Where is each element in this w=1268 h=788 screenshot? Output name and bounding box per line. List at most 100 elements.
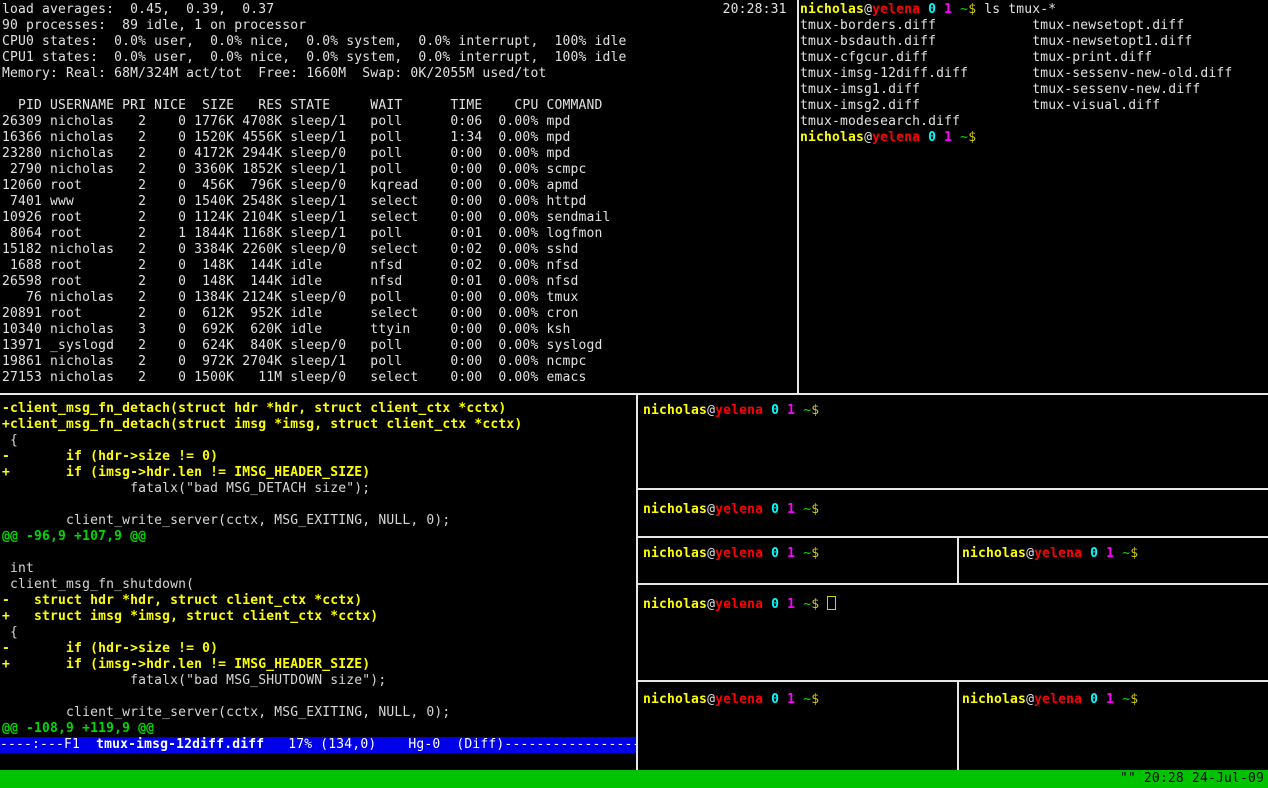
prompt-session: 0 xyxy=(1090,692,1098,707)
spacer xyxy=(1114,692,1122,707)
prompt-at: @ xyxy=(707,597,715,612)
prompt-at: @ xyxy=(707,502,715,517)
pane-shell-5[interactable]: nicholas@yelena 0 1 ~$ xyxy=(638,585,1268,680)
prompt-symbol: $ xyxy=(811,546,819,561)
prompt-host: yelena xyxy=(715,597,763,612)
prompt-at: @ xyxy=(1026,692,1034,707)
prompt-host: yelena xyxy=(872,130,920,145)
diff-line: + if (imsg->hdr.len != IMSG_HEADER_SIZE) xyxy=(2,657,370,672)
pane-border-right-2[interactable] xyxy=(638,536,1268,538)
shell-prompt-2: nicholas@yelena 0 1 ~$ xyxy=(643,502,819,518)
diff-buffer: -client_msg_fn_detach(struct hdr *hdr, s… xyxy=(2,401,522,737)
tmux-screen: load averages: 0.45, 0.39, 0.37 20:28:31… xyxy=(0,0,1268,788)
prompt-user: nicholas xyxy=(643,502,707,517)
prompt-host: yelena xyxy=(715,546,763,561)
shell-prompt-5: nicholas@yelena 0 1 ~$ xyxy=(643,596,836,613)
prompt-session: 0 xyxy=(928,130,936,145)
spacer xyxy=(1114,546,1122,561)
pane-shell-ls[interactable]: nicholas@yelena 0 1 ~$ ls tmux-* tmux-bo… xyxy=(799,0,1268,393)
modeline-info: 17% (134,0) Hg-0 (Diff)-----------------… xyxy=(264,737,636,752)
spacer xyxy=(1098,692,1106,707)
prompt-user: nicholas xyxy=(643,692,707,707)
prompt-symbol: $ xyxy=(811,692,819,707)
prompt-at: @ xyxy=(1026,546,1034,561)
prompt-host: yelena xyxy=(715,403,763,418)
pane-shell-4[interactable]: nicholas@yelena 0 1 ~$ xyxy=(959,538,1268,583)
modeline-prefix: ----:---F1 xyxy=(0,737,96,752)
pane-shell-2[interactable]: nicholas@yelena 0 1 ~$ xyxy=(638,490,1268,536)
pane-border-right-1[interactable] xyxy=(638,488,1268,490)
prompt-at: @ xyxy=(864,130,872,145)
spacer xyxy=(1082,692,1090,707)
spacer xyxy=(952,130,960,145)
pane-border-right-split-2[interactable] xyxy=(957,682,959,770)
spacer xyxy=(763,692,771,707)
spacer xyxy=(819,597,827,612)
pane-border-right-3[interactable] xyxy=(638,583,1268,585)
pane-border-top-vertical[interactable] xyxy=(797,0,799,393)
diff-line: -client_msg_fn_detach(struct hdr *hdr, s… xyxy=(2,401,506,416)
diff-line: + struct imsg *imsg, struct client_ctx *… xyxy=(2,609,378,624)
top-output: load averages: 0.45, 0.39, 0.37 20:28:31… xyxy=(2,2,787,386)
diff-line: - if (hdr->size != 0) xyxy=(2,449,218,464)
prompt-window: 1 xyxy=(944,2,952,17)
diff-line: client_msg_fn_shutdown( xyxy=(2,577,194,592)
spacer xyxy=(936,130,944,145)
pane-border-horizontal-main[interactable] xyxy=(0,393,1268,395)
prompt-user: nicholas xyxy=(962,692,1026,707)
prompt-user: nicholas xyxy=(643,546,707,561)
prompt-window: 1 xyxy=(944,130,952,145)
diff-line: int xyxy=(2,561,34,576)
diff-line: { xyxy=(2,625,18,640)
prompt-user: nicholas xyxy=(800,130,864,145)
prompt-symbol: $ xyxy=(1130,546,1138,561)
spacer xyxy=(1082,546,1090,561)
diff-line: +client_msg_fn_detach(struct imsg *imsg,… xyxy=(2,417,522,432)
pane-shell-1[interactable]: nicholas@yelena 0 1 ~$ xyxy=(638,396,1268,488)
spacer xyxy=(779,403,787,418)
prompt-at: @ xyxy=(707,692,715,707)
spacer xyxy=(763,546,771,561)
diff-line: @@ -108,9 +119,9 @@ xyxy=(2,721,154,736)
prompt-host: yelena xyxy=(715,692,763,707)
pane-border-right-4[interactable] xyxy=(638,680,1268,682)
spacer xyxy=(779,597,787,612)
spacer xyxy=(779,546,787,561)
diff-line: { xyxy=(2,433,18,448)
spacer xyxy=(952,2,960,17)
prompt-at: @ xyxy=(864,2,872,17)
pane-shell-3[interactable]: nicholas@yelena 0 1 ~$ xyxy=(638,538,957,583)
prompt-session: 0 xyxy=(771,502,779,517)
pane-shell-7[interactable]: nicholas@yelena 0 1 ~$ xyxy=(959,682,1268,770)
status-clock: "" 20:28 24-Jul-09 xyxy=(1120,770,1264,788)
shell-prompt-3: nicholas@yelena 0 1 ~$ xyxy=(643,546,819,562)
modeline-filename: tmux-imsg-12diff.diff xyxy=(96,737,264,752)
pane-top-processes[interactable]: load averages: 0.45, 0.39, 0.37 20:28:31… xyxy=(0,0,797,393)
prompt-user: nicholas xyxy=(800,2,864,17)
prompt-session: 0 xyxy=(771,692,779,707)
prompt-user: nicholas xyxy=(643,403,707,418)
shell-prompt-6: nicholas@yelena 0 1 ~$ xyxy=(643,692,819,708)
shell-prompt-7: nicholas@yelena 0 1 ~$ xyxy=(962,692,1138,708)
shell-prompt-ls-2: nicholas@yelena 0 1 ~$ xyxy=(800,130,976,146)
shell-prompt-1: nicholas@yelena 0 1 ~$ xyxy=(643,403,819,419)
pane-border-right-split-1[interactable] xyxy=(957,538,959,583)
spacer xyxy=(920,130,928,145)
prompt-session: 0 xyxy=(771,403,779,418)
diff-line: - if (hdr->size != 0) xyxy=(2,641,218,656)
typed-command: ls tmux-* xyxy=(976,2,1056,17)
spacer xyxy=(779,692,787,707)
ls-file-list: tmux-borders.diff tmux-newsetopt.diff tm… xyxy=(800,18,1232,130)
diff-line: client_write_server(cctx, MSG_EXITING, N… xyxy=(2,513,450,528)
terminal-cursor xyxy=(827,596,836,610)
prompt-symbol: $ xyxy=(968,130,976,145)
prompt-window: 1 xyxy=(787,403,795,418)
prompt-at: @ xyxy=(707,403,715,418)
pane-emacs-diff[interactable]: -client_msg_fn_detach(struct hdr *hdr, s… xyxy=(0,395,636,770)
spacer xyxy=(795,692,803,707)
pane-shell-6[interactable]: nicholas@yelena 0 1 ~$ xyxy=(638,682,957,770)
prompt-window: 1 xyxy=(787,546,795,561)
prompt-at: @ xyxy=(707,546,715,561)
emacs-modeline: ----:---F1 tmux-imsg-12diff.diff 17% (13… xyxy=(0,737,636,753)
prompt-symbol: $ xyxy=(811,403,819,418)
